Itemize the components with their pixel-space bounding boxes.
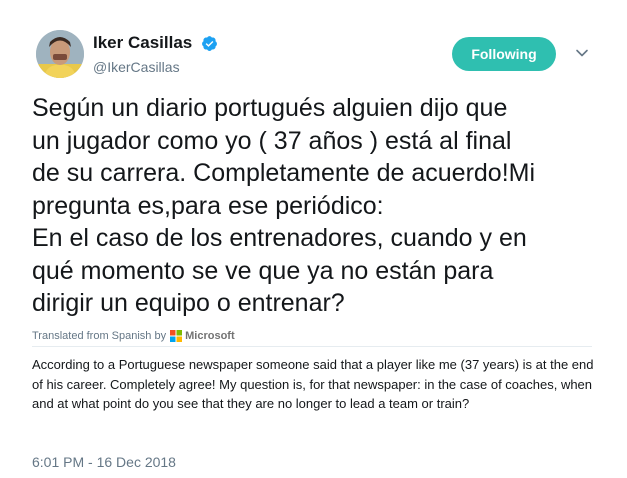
translation-attribution: Translated from Spanish by Microsoft (32, 330, 235, 342)
user-handle[interactable]: @IkerCasillas (93, 59, 218, 75)
display-name[interactable]: Iker Casillas (93, 33, 192, 53)
verified-badge-icon (201, 35, 217, 51)
translator-name[interactable]: Microsoft (185, 330, 235, 342)
avatar-photo (36, 30, 84, 78)
tweet-timestamp[interactable]: 6:01 PM - 16 Dec 2018 (32, 454, 176, 470)
divider (32, 346, 592, 347)
translated-from-label: Translated from Spanish by (32, 330, 167, 342)
user-info: Iker Casillas @IkerCasillas (93, 33, 218, 75)
avatar[interactable] (36, 30, 84, 78)
tweet-text: Según un diario portugués alguien dijo q… (32, 94, 536, 317)
chevron-down-icon[interactable] (575, 46, 589, 60)
translation-text: According to a Portuguese newspaper some… (32, 357, 594, 411)
following-button[interactable]: Following (452, 37, 556, 71)
microsoft-logo-icon (170, 330, 183, 342)
